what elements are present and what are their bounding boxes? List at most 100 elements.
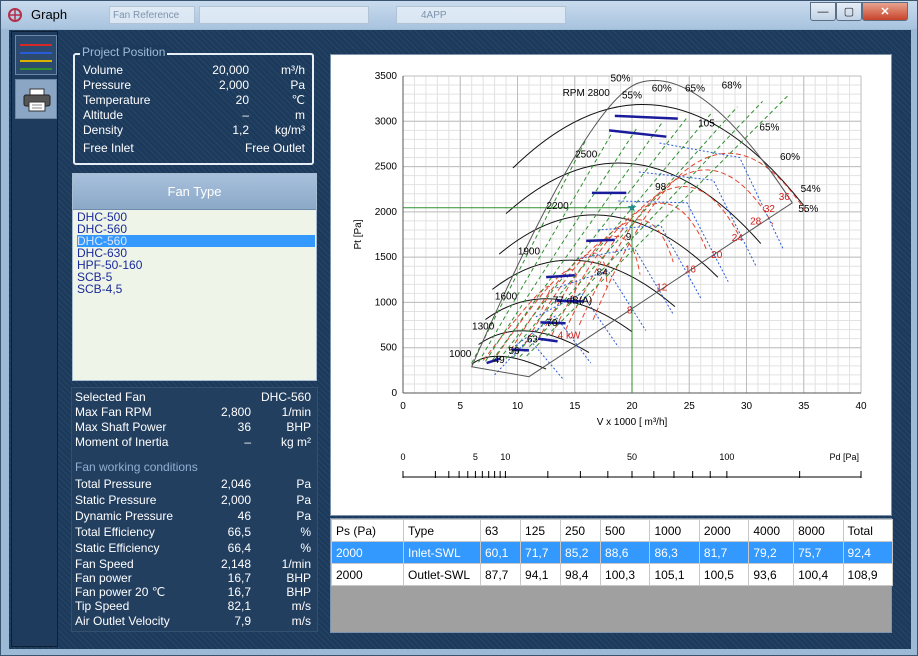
pd-tick-label: 10 [500,452,510,462]
value: 2,800 [220,405,251,419]
unit: BHP [286,571,311,585]
rpm-label: 1900 [518,246,541,257]
column-header: 8000 [793,519,844,542]
efficiency-label: 55% [622,91,642,102]
sound-level-label: 98 [655,182,667,193]
efficiency-label: 65% [685,83,705,94]
rpm-label: RPM 2800 [563,88,611,99]
label: Static Pressure [75,493,157,507]
table-cell: 75,7 [793,541,844,564]
efficiency-label: 55% [798,204,818,215]
close-button[interactable]: ✕ [862,2,908,21]
bold-curve-segment [614,114,678,120]
rpm-label: 2200 [546,201,569,212]
sound-level-label: 56 [509,346,521,357]
table-cell: 86,3 [649,541,700,564]
x-tick-label: 35 [798,401,810,412]
column-header: 125 [520,519,562,542]
table-cell: 88,6 [600,541,651,564]
y-tick-label: 0 [391,388,397,399]
table-row-selected[interactable]: 2000 Inlet-SWL 60,1 71,7 85,2 88,6 86,3 81,7 79,… [331,541,894,564]
fan-type-item[interactable]: SCB-4,5 [77,283,315,295]
column-header: Total [842,519,894,542]
y-axis-title: Pt [Pa] [353,219,364,249]
maximize-button[interactable]: ▢ [836,2,862,21]
unit: Pa [290,78,305,92]
free-inlet-label: Free Inlet [83,141,134,155]
rpm-label: 1600 [495,292,518,303]
power-label: 32 [764,204,776,215]
maximize-icon: ▢ [843,6,855,18]
table-cell: 92,4 [842,541,894,564]
legend-button[interactable] [15,35,57,75]
y-tick-label: 3000 [375,116,398,127]
table-cell: 85,2 [560,541,602,564]
y-tick-label: 2500 [375,162,398,173]
label: Fan Speed [75,557,134,571]
table-cell: 2000 [331,541,404,564]
value: 20 [235,93,249,107]
fan-curve-chart: 0 5 10 15 20 25 30 35 40 0 500 1000 1500 2000 2500 3000… [330,54,892,516]
legend-line-green [20,68,52,70]
sound-level-label: 63 [527,334,539,345]
power-label: 28 [750,217,762,228]
value: 2,000 [218,78,249,92]
value: – [242,108,249,122]
volume-row: Volume 20,000 m³/h [83,63,305,78]
table-header-row: Ps (Pa) Type 63 125 250 500 1000 2000 40… [331,519,894,542]
title-bar[interactable]: Graph Fan Reference 4APP — ▢ ✕ [1,1,917,29]
background-window-text: Fan Reference [113,10,180,21]
table-row[interactable]: 2000 Outlet-SWL 87,7 94,1 98,4 100,3 105,1 100,… [331,563,894,586]
column-header: 250 [560,519,602,542]
fan-type-list: Fan Type DHC-500 DHC-560 DHC-560 DHC-630… [72,173,317,381]
condition-row: Fan power 20 ℃ 16,7 BHP [75,585,315,600]
value: 66,5 [227,525,251,539]
sound-level-label: 49 [494,355,506,366]
unit: 1/min [281,405,311,419]
bold-curve-segment [608,129,667,138]
moment-of-inertia-row: Moment of Inertia – kg m² [75,435,315,450]
table-cell: 108,9 [842,563,894,586]
label: Max Shaft Power [75,420,167,434]
window-title: Graph [31,7,68,22]
power-label: 20 [711,250,723,261]
fan-type-item[interactable]: HPF-50-160 [77,259,315,271]
minimize-icon: — [817,5,829,18]
table-cell: 79,2 [748,541,795,564]
label: Static Efficiency [75,541,160,555]
label: Max Fan RPM [75,405,152,419]
column-header: 63 [479,519,522,542]
efficiency-label: 60% [652,83,672,94]
unit: % [300,541,311,555]
table-cell: Inlet-SWL [403,541,481,564]
max-shaft-power-row: Max Shaft Power 36 BHP [75,420,315,435]
minimize-button[interactable]: — [810,2,836,21]
condition-row: Total Pressure 2,046 Pa [75,477,315,492]
sound-level-label: 105 [698,119,715,130]
sound-level-label: 77 dB(A) [553,295,592,306]
project-position-title: Project Position [80,45,168,59]
label: Total Efficiency [75,525,155,539]
window-controls: — ▢ ✕ [810,2,911,21]
x-tick-label: 40 [855,401,867,412]
free-outlet-label: Free Outlet [244,141,305,155]
pd-tick-label: 5 [473,452,478,462]
value: 2,000 [220,493,251,507]
table-cell: 87,7 [479,563,522,586]
sound-spectrum-table: Ps (Pa) Type 63 125 250 500 1000 2000 40… [330,518,894,633]
value: 7,9 [234,614,251,628]
label: Density [83,123,124,137]
legend-line-yellow [20,60,52,62]
x-tick-label: 5 [457,401,463,412]
label: Selected Fan [75,390,146,404]
label: Air Outlet Velocity [75,614,170,628]
table-cell: 100,5 [698,563,750,586]
legend-line-blue [20,52,52,54]
close-icon: ✕ [880,6,890,18]
fan-info-panel: Selected Fan DHC-560 Max Fan RPM 2,800 1/mi… [71,387,318,632]
temperature-row: Temperature 20 ℃ [83,93,305,108]
fan-curve-svg: 0 5 10 15 20 25 30 35 40050010001500200025003000… [353,71,867,478]
print-button[interactable] [15,79,57,119]
efficiency-label: 50% [611,73,631,84]
side-toolbar [11,31,58,647]
